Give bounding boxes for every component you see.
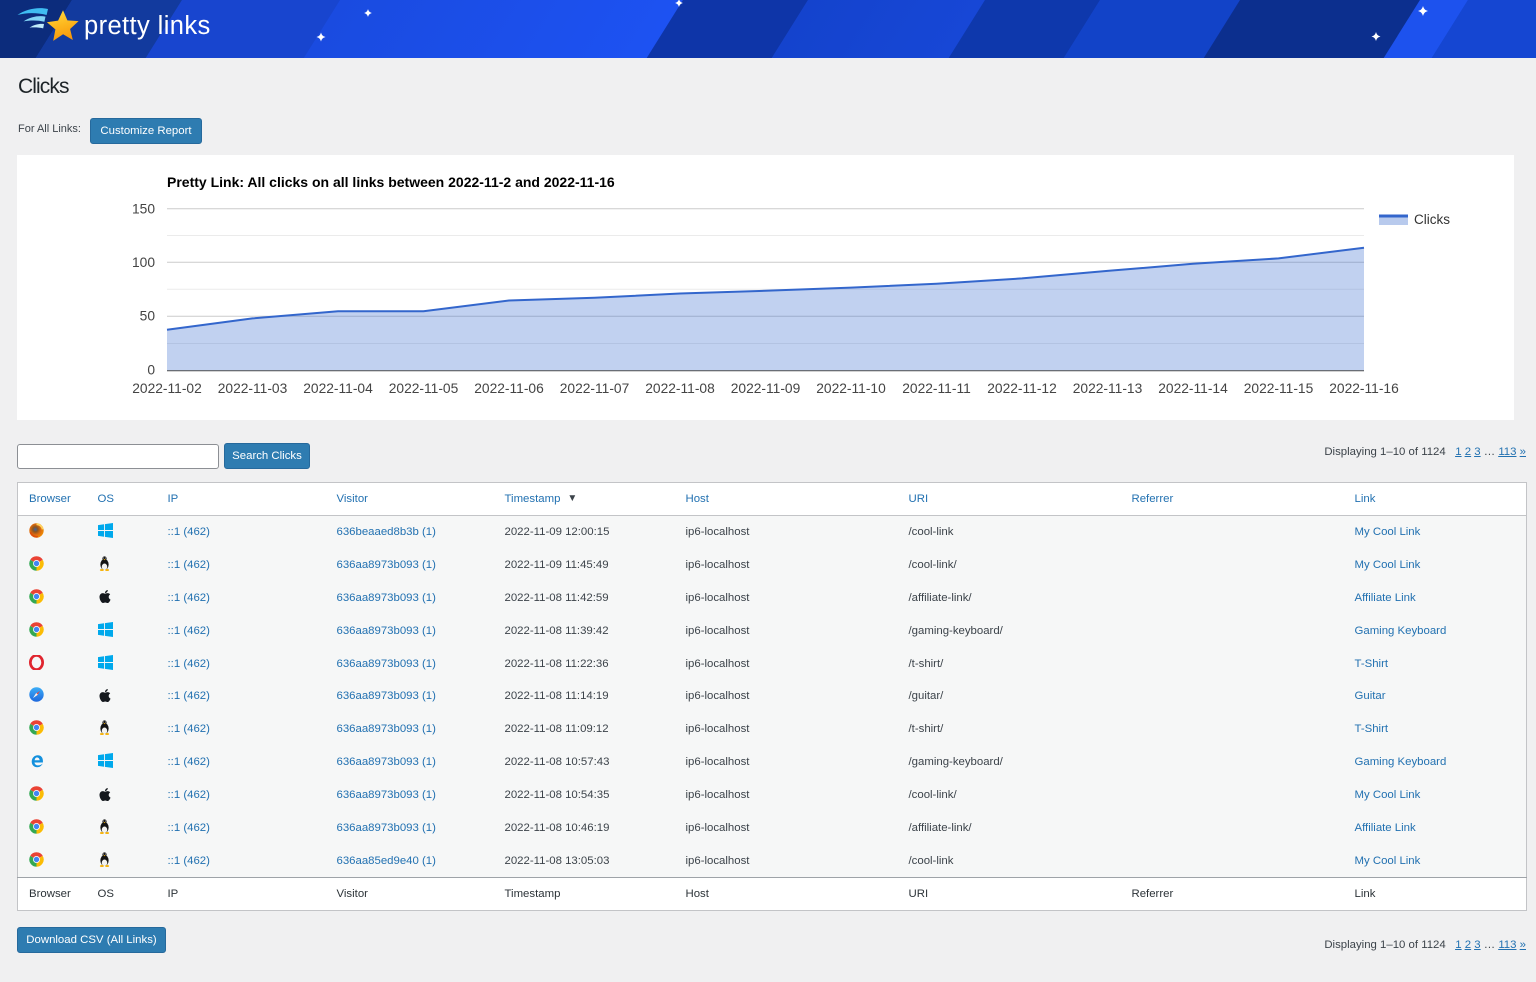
svg-text:2022-11-02: 2022-11-02 — [132, 381, 202, 396]
svg-text:2022-11-14: 2022-11-14 — [1158, 381, 1228, 396]
svg-text:2022-11-08: 2022-11-08 — [645, 381, 715, 396]
svg-text:2022-11-04: 2022-11-04 — [303, 381, 373, 396]
svg-text:Pretty Link: All clicks on all: Pretty Link: All clicks on all links bet… — [167, 174, 615, 190]
svg-text:2022-11-11: 2022-11-11 — [902, 381, 971, 396]
svg-text:150: 150 — [132, 201, 155, 216]
svg-text:2022-11-16: 2022-11-16 — [1329, 381, 1399, 396]
svg-text:2022-11-07: 2022-11-07 — [560, 381, 630, 396]
svg-text:50: 50 — [140, 309, 156, 324]
svg-text:2022-11-06: 2022-11-06 — [474, 381, 544, 396]
svg-text:2022-11-12: 2022-11-12 — [987, 381, 1057, 396]
svg-text:0: 0 — [147, 363, 155, 378]
svg-text:2022-11-10: 2022-11-10 — [816, 381, 886, 396]
svg-text:2022-11-15: 2022-11-15 — [1244, 381, 1314, 396]
svg-text:100: 100 — [132, 255, 155, 270]
svg-text:2022-11-09: 2022-11-09 — [731, 381, 801, 396]
svg-text:Clicks: Clicks — [1414, 212, 1450, 227]
svg-text:2022-11-13: 2022-11-13 — [1073, 381, 1143, 396]
svg-text:2022-11-05: 2022-11-05 — [389, 381, 459, 396]
svg-text:2022-11-03: 2022-11-03 — [218, 381, 288, 396]
